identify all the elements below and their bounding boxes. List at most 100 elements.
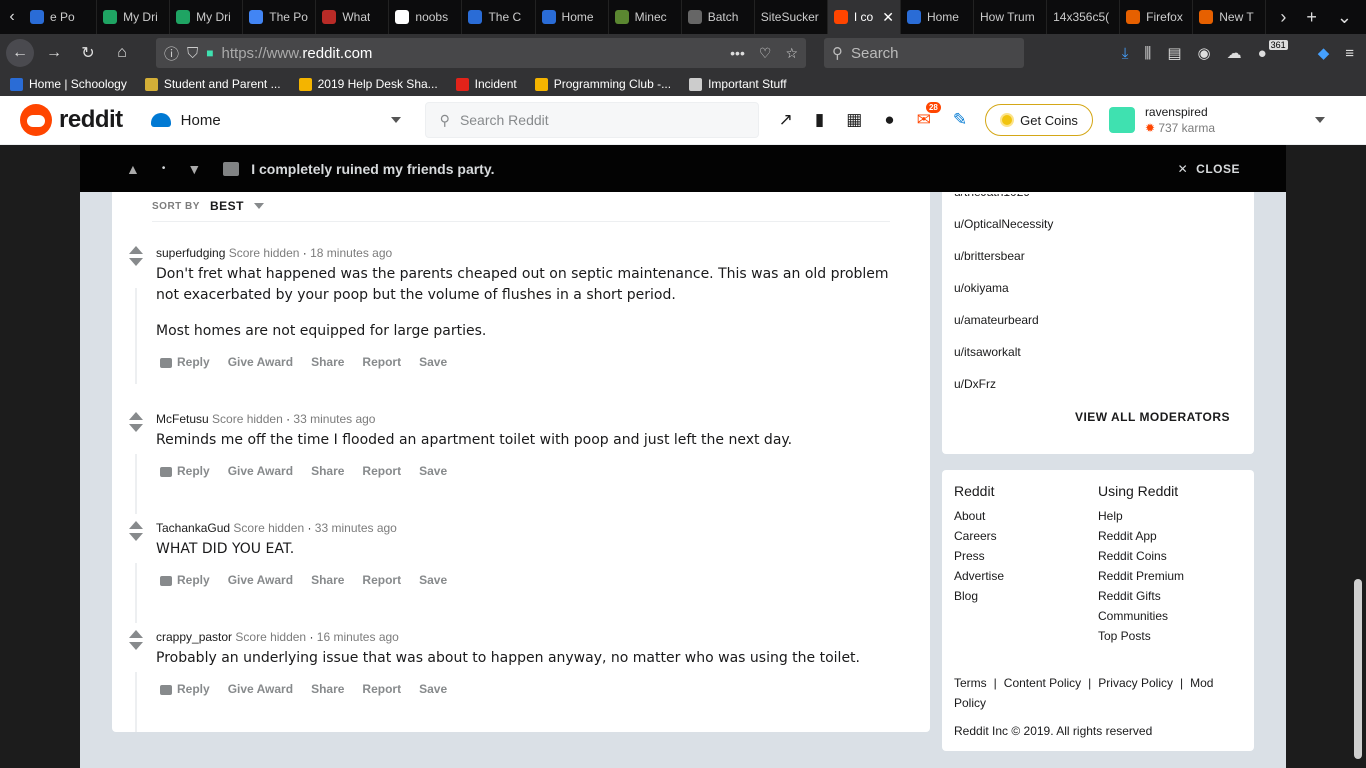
upvote-icon[interactable] <box>129 521 143 529</box>
footer-link[interactable]: Top Posts <box>1098 629 1184 649</box>
tab[interactable]: Minec <box>609 0 682 34</box>
sidebar-icon[interactable]: ▤ <box>1167 44 1181 62</box>
share-button[interactable]: Share <box>311 355 344 369</box>
mail-icon[interactable]: ✉ 28 <box>917 102 941 130</box>
page-actions-icon[interactable]: ••• <box>730 45 745 62</box>
downvote-icon[interactable] <box>129 424 143 432</box>
comment-author[interactable]: superfudging <box>156 246 225 260</box>
moderator-link[interactable]: u/amateurbeard <box>954 313 1039 327</box>
share-button[interactable]: Share <box>311 682 344 696</box>
report-button[interactable]: Report <box>362 355 401 369</box>
footer-link[interactable]: Reddit Premium <box>1098 569 1184 589</box>
upvote-icon[interactable] <box>129 630 143 638</box>
upvote-icon[interactable] <box>129 412 143 420</box>
tab[interactable]: The C <box>462 0 536 34</box>
comment-author[interactable]: crappy_pastor <box>156 630 232 644</box>
pocket-icon[interactable]: ♡ <box>759 45 772 62</box>
url-bar[interactable]: ⓘ ⛉ ■ https://www.reddit.com ••• ♡ ☆ <box>156 38 806 68</box>
new-tab-icon[interactable]: + <box>1306 7 1317 28</box>
tab[interactable]: My Dri <box>97 0 171 34</box>
footer-link[interactable]: Careers <box>954 529 1004 549</box>
downvote-icon[interactable] <box>129 258 143 266</box>
bookmark-item[interactable]: Programming Club -... <box>534 77 671 91</box>
moderator-link[interactable]: u/OpticalNecessity <box>954 217 1053 231</box>
menu-icon[interactable]: ≡ <box>1345 45 1354 62</box>
tab[interactable]: The Po <box>243 0 317 34</box>
legal-link[interactable]: Terms <box>954 676 987 690</box>
download-icon[interactable]: ⤓ <box>1122 45 1129 62</box>
save-button[interactable]: Save <box>419 355 447 369</box>
library-icon[interactable]: ⫼ <box>1144 45 1151 62</box>
reply-button[interactable]: Reply <box>160 355 210 369</box>
thread-line[interactable] <box>135 563 137 623</box>
report-button[interactable]: Report <box>362 682 401 696</box>
footer-link[interactable]: Advertise <box>954 569 1004 589</box>
tab-active[interactable]: I co ✕ <box>827 0 901 34</box>
reply-button[interactable]: Reply <box>160 682 210 696</box>
comment-timestamp[interactable]: 33 minutes ago <box>293 412 375 426</box>
home-icon[interactable]: ⌂ <box>108 39 136 67</box>
bookmark-item[interactable]: 2019 Help Desk Sha... <box>298 77 438 91</box>
give-award-button[interactable]: Give Award <box>228 682 293 696</box>
trending-icon[interactable]: ↗ <box>779 110 793 130</box>
leaderboard-icon[interactable]: ▮ <box>815 110 824 130</box>
tab[interactable]: Batch <box>682 0 755 34</box>
give-award-button[interactable]: Give Award <box>228 464 293 478</box>
tab[interactable]: What <box>316 0 390 34</box>
give-award-button[interactable]: Give Award <box>228 573 293 587</box>
account-icon[interactable]: ◉ <box>1198 44 1211 62</box>
extension-icon[interactable]: ● <box>1258 45 1267 62</box>
footer-link[interactable]: Press <box>954 549 1004 569</box>
original-content-icon[interactable]: ▦ <box>846 110 862 130</box>
downvote-icon[interactable]: ▼ <box>187 161 201 177</box>
thread-line[interactable] <box>135 672 137 732</box>
scrollbar[interactable] <box>1354 579 1362 759</box>
tab[interactable]: 14x356c5( <box>1047 0 1121 34</box>
footer-link[interactable]: Help <box>1098 509 1184 529</box>
tab[interactable]: noobs <box>389 0 463 34</box>
footer-link[interactable]: Reddit Gifts <box>1098 589 1184 609</box>
create-post-icon[interactable]: ✎ <box>953 110 967 130</box>
upvote-icon[interactable]: ▲ <box>126 161 140 177</box>
dropbox-icon[interactable]: ◆ <box>1318 44 1330 62</box>
reddit-search-input[interactable]: ⚲ Search Reddit <box>424 102 759 138</box>
share-button[interactable]: Share <box>311 464 344 478</box>
footer-link[interactable]: About <box>954 509 1004 529</box>
tab[interactable]: New T <box>1193 0 1267 34</box>
chat-icon[interactable]: ● <box>884 110 894 130</box>
back-icon[interactable]: ← <box>6 39 34 67</box>
tab[interactable]: My Dri <box>170 0 244 34</box>
bookmark-item[interactable]: Incident <box>455 77 517 91</box>
tab-scroll-right-icon[interactable]: › <box>1280 7 1286 28</box>
tab[interactable]: Home <box>901 0 975 34</box>
report-button[interactable]: Report <box>362 573 401 587</box>
bookmark-item[interactable]: Student and Parent ... <box>144 77 281 91</box>
footer-link[interactable]: Reddit Coins <box>1098 549 1184 569</box>
footer-link[interactable]: Reddit App <box>1098 529 1184 549</box>
bookmark-item[interactable]: Important Stuff <box>689 77 787 91</box>
close-tab-icon[interactable]: ✕ <box>882 9 894 26</box>
moderator-link[interactable]: u/okiyama <box>954 281 1009 295</box>
comment-author[interactable]: TachankaGud <box>156 521 230 535</box>
shield-icon[interactable]: ⛉ <box>187 45 198 62</box>
home-dropdown[interactable]: Home <box>150 102 401 138</box>
downvote-icon[interactable] <box>129 533 143 541</box>
report-button[interactable]: Report <box>362 464 401 478</box>
save-button[interactable]: Save <box>419 682 447 696</box>
upvote-icon[interactable] <box>129 246 143 254</box>
view-all-moderators-button[interactable]: VIEW ALL MODERATORS <box>1075 410 1230 424</box>
legal-link[interactable]: Privacy Policy <box>1098 676 1173 690</box>
bookmark-star-icon[interactable]: ☆ <box>785 45 798 62</box>
legal-link[interactable]: Mod Policy <box>954 676 1213 710</box>
moderator-link[interactable]: u/brittersbear <box>954 249 1025 263</box>
reddit-logo[interactable]: reddit <box>20 104 123 136</box>
tab[interactable]: e Po <box>24 0 98 34</box>
tab[interactable]: Home <box>536 0 609 34</box>
comment-timestamp[interactable]: 16 minutes ago <box>317 630 399 644</box>
legal-link[interactable]: Content Policy <box>1004 676 1081 690</box>
reload-icon[interactable]: ↻ <box>74 39 102 67</box>
info-icon[interactable]: ⓘ <box>164 43 179 64</box>
mask-icon[interactable]: ☁ <box>1227 44 1242 62</box>
comment-timestamp[interactable]: 18 minutes ago <box>310 246 392 260</box>
give-award-button[interactable]: Give Award <box>228 355 293 369</box>
